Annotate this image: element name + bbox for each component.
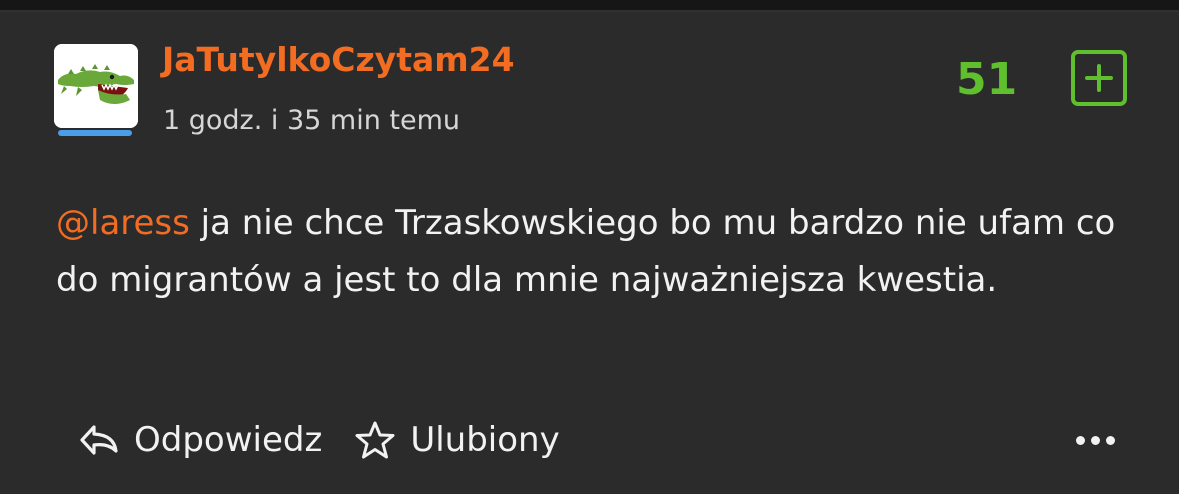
favorite-button[interactable]: Ulubiony (354, 420, 560, 460)
top-divider (0, 0, 1179, 12)
plus-icon (1085, 64, 1113, 92)
upvote-button[interactable] (1071, 50, 1127, 106)
post-timestamp: 1 godz. i 35 min temu (163, 105, 461, 136)
more-options-button[interactable] (1076, 430, 1126, 446)
more-dot (1091, 436, 1100, 445)
crocodile-avatar-icon (54, 44, 138, 128)
avatar-underline (58, 130, 132, 136)
reply-label: Odpowiedz (134, 420, 323, 460)
reply-arrow-icon (80, 425, 118, 455)
comment-card: JaTutylkoCzytam24 1 godz. i 35 min temu … (0, 12, 1179, 494)
comment-text: ja nie chce Trzaskowskiego bo mu bardzo … (56, 203, 1116, 300)
avatar[interactable] (54, 44, 138, 128)
favorite-label: Ulubiony (410, 420, 560, 460)
vote-count: 51 (956, 54, 1018, 105)
comment-body: @laress ja nie chce Trzaskowskiego bo mu… (56, 195, 1136, 309)
more-dot (1106, 436, 1115, 445)
author-name[interactable]: JaTutylkoCzytam24 (162, 40, 515, 79)
action-bar: Odpowiedz Ulubiony (78, 415, 592, 465)
more-dots-icon (1076, 436, 1085, 445)
star-outline-icon (355, 421, 395, 459)
mention-link[interactable]: @laress (56, 203, 190, 243)
reply-button[interactable]: Odpowiedz (78, 420, 322, 460)
